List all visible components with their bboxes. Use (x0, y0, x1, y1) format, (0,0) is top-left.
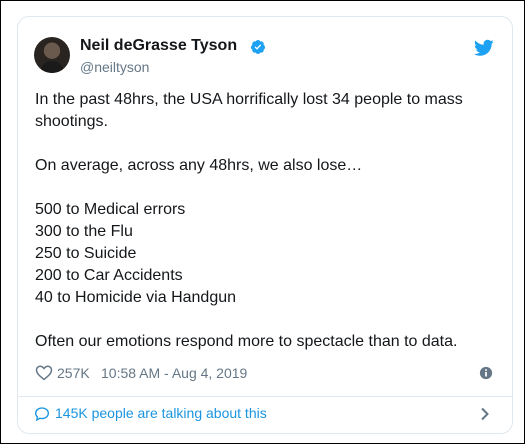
tweet-meta: 257K 10:58 AM - Aug 4, 2019 (35, 363, 495, 383)
tweet-line: 250 to Suicide (35, 245, 137, 262)
screenshot-frame: Neil deGrasse Tyson @neiltyson In the pa… (0, 0, 525, 444)
speech-bubble-icon (34, 407, 50, 422)
verified-badge-icon (250, 40, 265, 54)
conversation-link[interactable]: 145K people are talking about this (34, 404, 494, 424)
tweet-line-gap (35, 309, 495, 331)
tweet-line: 300 to the Flu (35, 223, 133, 240)
tweet-card[interactable]: Neil deGrasse Tyson @neiltyson In the pa… (17, 16, 513, 434)
avatar[interactable] (34, 37, 70, 73)
conversation-label[interactable]: 145K people are talking about this (55, 405, 267, 421)
tweet-line: Often our emotions respond more to spect… (35, 333, 458, 350)
tweet-line-gap (35, 133, 495, 155)
like-count[interactable]: 257K (57, 365, 90, 381)
tweet-line: 200 to Car Accidents (35, 267, 183, 284)
info-icon[interactable] (479, 366, 493, 380)
heart-icon[interactable] (35, 364, 53, 381)
author-handle[interactable]: @neiltyson (80, 59, 149, 75)
tweet-line-gap (35, 177, 495, 199)
twitter-bird-icon[interactable] (474, 39, 494, 57)
tweet-line: On average, across any 48hrs, we also lo… (35, 157, 363, 174)
tweet-line: In the past 48hrs, the USA horrifically … (35, 91, 463, 130)
tweet-line: 40 to Homicide via Handgun (35, 289, 237, 306)
tweet-body: In the past 48hrs, the USA horrifically … (35, 89, 495, 353)
tweet-timestamp[interactable]: 10:58 AM - Aug 4, 2019 (101, 365, 247, 381)
divider (18, 396, 512, 397)
author-name[interactable]: Neil deGrasse Tyson (80, 37, 237, 55)
chevron-right-icon[interactable] (480, 407, 490, 421)
tweet-line: 500 to Medical errors (35, 201, 186, 218)
